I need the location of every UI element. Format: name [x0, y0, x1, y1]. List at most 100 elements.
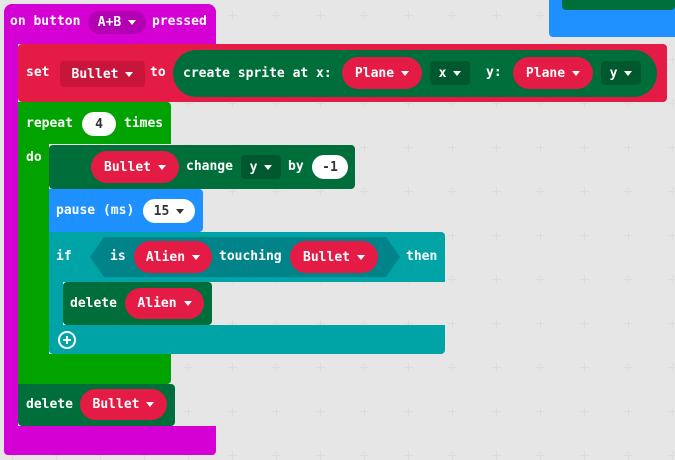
- times-label: times: [124, 116, 164, 131]
- button-dropdown[interactable]: A+B: [88, 11, 146, 34]
- chevron-down-icon: [356, 254, 365, 260]
- grid-cross: [272, 363, 281, 372]
- grid-cross: [668, 99, 675, 108]
- touching-other-dropdown[interactable]: Bullet: [290, 241, 378, 273]
- grid-cross: [492, 363, 501, 372]
- delete-bullet-dropdown[interactable]: Bullet: [80, 389, 167, 420]
- x-sprite-value: Plane: [354, 65, 395, 81]
- grid-cross: [536, 143, 545, 152]
- grid-cross: [228, 11, 237, 20]
- grid-cross: [404, 11, 413, 20]
- touching-other-value: Bullet: [303, 249, 350, 265]
- if-block-bottom: [49, 325, 445, 354]
- y-sprite-dropdown[interactable]: Plane: [513, 57, 593, 89]
- grid-cross: [580, 187, 589, 196]
- grid-cross: [668, 363, 675, 372]
- grid-cross: [580, 363, 589, 372]
- chevron-down-icon: [183, 301, 192, 306]
- change-property-dropdown[interactable]: y: [241, 155, 281, 179]
- grid-cross: [668, 55, 675, 64]
- x-property-dropdown[interactable]: x: [430, 61, 470, 85]
- x-property-value: x: [438, 65, 447, 81]
- grid-cross: [624, 231, 633, 240]
- chevron-down-icon: [264, 164, 273, 170]
- delete-alien-dropdown[interactable]: Alien: [125, 288, 204, 319]
- do-label: do: [26, 150, 42, 165]
- set-label: set: [26, 65, 50, 80]
- repeat-count-value: 4: [95, 116, 103, 132]
- change-property-value: y: [249, 159, 258, 175]
- chevron-down-icon: [146, 402, 155, 407]
- grid-cross: [536, 363, 545, 372]
- change-value: -1: [322, 159, 338, 175]
- grid-cross: [184, 407, 193, 416]
- pause-duration-dropdown[interactable]: 15: [143, 199, 195, 223]
- is-label: is: [110, 249, 126, 264]
- grid-cross: [360, 143, 369, 152]
- create-sprite-label: create sprite at x:: [183, 66, 332, 81]
- event-prefix: on button: [10, 14, 81, 29]
- button-value: A+B: [97, 15, 122, 30]
- y-property-dropdown[interactable]: y: [601, 61, 641, 85]
- by-label: by: [288, 159, 304, 174]
- grid-cross: [272, 407, 281, 416]
- grid-cross: [624, 319, 633, 328]
- grid-cross: [668, 231, 675, 240]
- grid-cross: [624, 187, 633, 196]
- grid-cross: [492, 143, 501, 152]
- grid-cross: [404, 407, 413, 416]
- repeat-block-left-arm: [18, 140, 49, 386]
- grid-cross: [448, 187, 457, 196]
- grid-cross: [624, 363, 633, 372]
- grid-cross: [492, 11, 501, 20]
- grid-cross: [536, 11, 545, 20]
- grid-cross: [492, 407, 501, 416]
- grid-cross: [360, 187, 369, 196]
- change-sprite-dropdown[interactable]: Bullet: [91, 151, 179, 183]
- repeat-count-input[interactable]: 4: [82, 112, 116, 136]
- grid-cross: [228, 363, 237, 372]
- change-value-input[interactable]: -1: [312, 155, 348, 179]
- grid-cross: [404, 363, 413, 372]
- if-label: if: [56, 249, 72, 264]
- delete-alien-label: delete: [70, 296, 117, 311]
- delete-bullet-label: delete: [26, 397, 73, 412]
- chevron-down-icon: [401, 70, 410, 76]
- grid-cross: [448, 231, 457, 240]
- grid-cross: [448, 363, 457, 372]
- grid-cross: [492, 319, 501, 328]
- repeat-label: repeat: [26, 116, 73, 131]
- event-block-left-arm: [4, 40, 18, 436]
- grid-cross: [624, 407, 633, 416]
- grid-cross: [404, 187, 413, 196]
- grid-cross: [448, 275, 457, 284]
- grid-cross: [360, 11, 369, 20]
- grid-cross: [536, 319, 545, 328]
- chevron-down-icon: [453, 70, 462, 76]
- grid-cross: [668, 319, 675, 328]
- partial-inner-block[interactable]: [562, 0, 675, 10]
- grid-cross: [580, 407, 589, 416]
- chevron-down-icon: [128, 20, 137, 25]
- grid-cross: [668, 275, 675, 284]
- grid-cross: [492, 187, 501, 196]
- set-variable-dropdown[interactable]: Bullet: [60, 61, 145, 87]
- touching-sprite-value: Alien: [145, 249, 186, 265]
- grid-cross: [448, 11, 457, 20]
- chevron-down-icon: [176, 208, 185, 214]
- grid-cross: [404, 143, 413, 152]
- grid-cross: [668, 143, 675, 152]
- chevron-down-icon: [192, 254, 201, 260]
- delete-bullet-value: Bullet: [92, 397, 140, 412]
- grid-cross: [448, 407, 457, 416]
- grid-cross: [536, 187, 545, 196]
- touching-sprite-dropdown[interactable]: Alien: [134, 241, 212, 273]
- grid-cross: [316, 11, 325, 20]
- add-else-plus-icon[interactable]: [58, 331, 76, 349]
- grid-cross: [580, 319, 589, 328]
- x-sprite-dropdown[interactable]: Plane: [342, 57, 422, 89]
- grid-cross: [668, 187, 675, 196]
- pause-label: pause (ms): [56, 203, 135, 218]
- chevron-down-icon: [125, 71, 134, 77]
- change-sprite-value: Bullet: [104, 159, 151, 175]
